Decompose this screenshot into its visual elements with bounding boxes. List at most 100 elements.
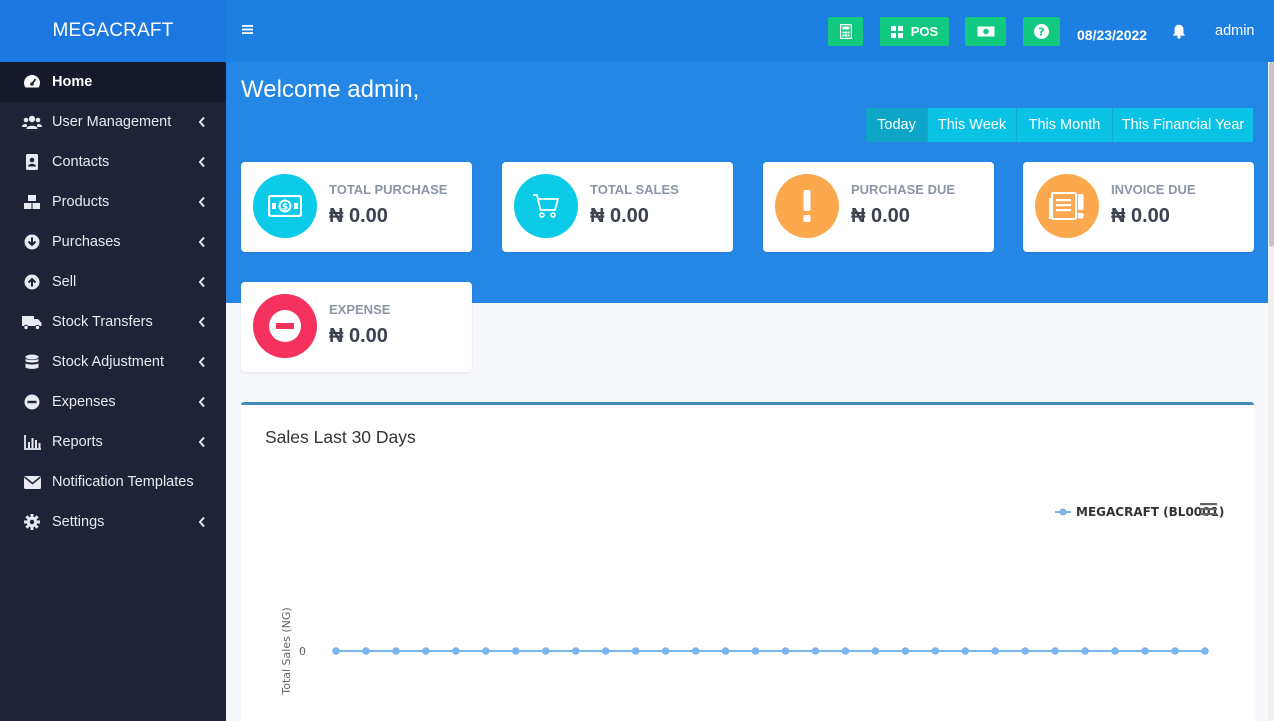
- data-point[interactable]: [901, 647, 910, 655]
- sidebar-item-user-management[interactable]: User Management: [0, 102, 226, 142]
- sidebar-item-settings[interactable]: Settings: [0, 502, 226, 542]
- filter-today-button[interactable]: Today: [866, 108, 928, 142]
- stat-value: ₦ 0.00: [1111, 205, 1170, 227]
- sidebar-item-reports[interactable]: Reports: [0, 422, 226, 462]
- data-point[interactable]: [452, 647, 460, 655]
- minus-circle-icon: [22, 393, 42, 411]
- stat-icon-circle: $: [253, 174, 317, 238]
- stat-label: PURCHASE DUE: [851, 182, 956, 197]
- data-point[interactable]: [721, 647, 730, 655]
- sidebar-item-expenses[interactable]: Expenses: [0, 382, 226, 422]
- question-circle-icon: ?: [1034, 24, 1049, 39]
- filter-this-financial-year-button[interactable]: This Financial Year: [1113, 108, 1253, 142]
- brand-logo[interactable]: MEGACRAFT: [0, 0, 226, 62]
- minus-circle-icon: [269, 310, 301, 342]
- y-tick-label: 0: [299, 645, 306, 658]
- sidebar-item-label: Reports: [52, 434, 103, 450]
- data-point[interactable]: [631, 647, 640, 655]
- chevron-left-icon: [198, 276, 205, 288]
- pos-label: POS: [910, 24, 939, 39]
- total-sales-card: TOTAL SALES ₦ 0.00: [502, 162, 733, 252]
- legend-label: MEGACRAFT (BL0001): [1076, 505, 1224, 519]
- data-point[interactable]: [1021, 647, 1030, 655]
- data-point[interactable]: [422, 647, 430, 655]
- data-point[interactable]: [1111, 647, 1119, 655]
- data-point[interactable]: [1051, 647, 1059, 655]
- chevron-left-icon: [198, 316, 205, 328]
- help-button[interactable]: ?: [1023, 17, 1060, 46]
- data-point[interactable]: [392, 647, 400, 655]
- database-icon: [22, 353, 42, 371]
- sidebar-item-stock-adjustment[interactable]: Stock Adjustment: [0, 342, 226, 382]
- sidebar-item-label: Home: [52, 74, 93, 90]
- data-point[interactable]: [332, 647, 340, 655]
- header-date: 08/23/2022: [1077, 27, 1148, 43]
- menu-toggle-icon[interactable]: [242, 24, 253, 35]
- sidebar-item-label: Products: [52, 194, 110, 210]
- cash-register-button[interactable]: [965, 17, 1006, 46]
- chart-legend[interactable]: MEGACRAFT (BL0001): [1055, 505, 1224, 519]
- svg-text:$: $: [282, 203, 288, 213]
- data-point[interactable]: [961, 647, 970, 655]
- calculator-button[interactable]: [828, 17, 863, 46]
- cart-icon: [533, 194, 559, 218]
- arrow-circle-down-icon: [22, 233, 42, 251]
- address-book-icon: [22, 153, 42, 171]
- data-point[interactable]: [691, 647, 700, 655]
- top-header: POS ? 08/23/2022 admin: [226, 0, 1274, 62]
- user-menu[interactable]: admin: [1215, 23, 1255, 39]
- data-point[interactable]: [751, 647, 760, 655]
- data-point[interactable]: [1141, 647, 1149, 655]
- data-point[interactable]: [541, 647, 550, 655]
- data-point[interactable]: [571, 647, 580, 655]
- sidebar-item-products[interactable]: Products: [0, 182, 226, 222]
- data-point[interactable]: [991, 647, 1000, 655]
- users-icon: [22, 113, 42, 131]
- filter-this-week-button[interactable]: This Week: [928, 108, 1017, 142]
- chevron-left-icon: [198, 196, 205, 208]
- sidebar-item-label: Settings: [52, 514, 105, 530]
- money-icon: $: [268, 195, 302, 217]
- sidebar-item-label: Stock Adjustment: [52, 354, 165, 370]
- data-point[interactable]: [362, 647, 370, 655]
- filter-this-month-button[interactable]: This Month: [1017, 108, 1113, 142]
- data-point[interactable]: [1201, 647, 1209, 655]
- stat-label: INVOICE DUE: [1111, 182, 1196, 197]
- bell-icon[interactable]: [1172, 24, 1186, 39]
- chart-menu-icon[interactable]: [1200, 503, 1217, 516]
- data-point[interactable]: [871, 647, 880, 655]
- pos-button[interactable]: POS: [880, 17, 949, 46]
- data-point[interactable]: [811, 647, 820, 655]
- stat-value: ₦ 0.00: [329, 205, 388, 227]
- data-point[interactable]: [841, 647, 850, 655]
- data-point[interactable]: [511, 647, 520, 655]
- chevron-left-icon: [198, 116, 205, 128]
- legend-marker: [1059, 508, 1067, 516]
- sidebar-item-notification-templates[interactable]: Notification Templates: [0, 462, 226, 502]
- sidebar-item-label: User Management: [52, 114, 172, 130]
- bar-chart-icon: [22, 433, 42, 451]
- sidebar-item-sell[interactable]: Sell: [0, 262, 226, 302]
- sidebar-item-contacts[interactable]: Contacts: [0, 142, 226, 182]
- sidebar-nav: Home User Management Contacts Products Purch…: [0, 62, 226, 542]
- data-point[interactable]: [482, 647, 490, 655]
- stat-icon-circle: [1035, 174, 1099, 238]
- sidebar-item-stock-transfers[interactable]: Stock Transfers: [0, 302, 226, 342]
- sidebar-item-label: Expenses: [52, 394, 116, 410]
- chevron-left-icon: [198, 436, 205, 448]
- chevron-left-icon: [198, 356, 205, 368]
- exclamation-icon: [803, 190, 811, 222]
- chevron-left-icon: [198, 236, 205, 248]
- data-point[interactable]: [781, 647, 790, 655]
- y-axis-label: Total Sales (NG): [280, 607, 293, 695]
- page-scrollbar-thumb[interactable]: [1269, 62, 1274, 247]
- stat-label: TOTAL SALES: [590, 182, 679, 197]
- data-point[interactable]: [1171, 647, 1179, 655]
- data-point[interactable]: [1081, 647, 1089, 655]
- data-point[interactable]: [601, 647, 610, 655]
- data-point[interactable]: [661, 647, 670, 655]
- sidebar-item-purchases[interactable]: Purchases: [0, 222, 226, 262]
- data-point[interactable]: [931, 647, 940, 655]
- total-purchase-card: $ TOTAL PURCHASE ₦ 0.00: [241, 162, 472, 252]
- sidebar-item-home[interactable]: Home: [0, 62, 226, 102]
